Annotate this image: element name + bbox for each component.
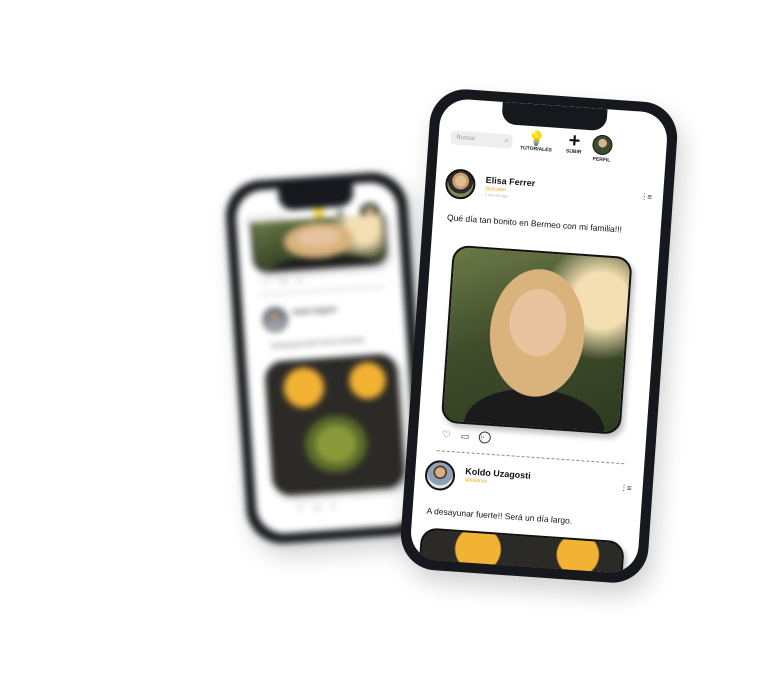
- avatar[interactable]: [444, 168, 477, 201]
- nav-subir[interactable]: + SUBIR: [565, 129, 583, 156]
- back-post-header: Koldo Uzagosti: [252, 299, 394, 333]
- search-placeholder: Buscar: [456, 134, 476, 143]
- search-input[interactable]: Buscar ⌕: [450, 130, 513, 149]
- comment-icon: ○: [330, 501, 337, 512]
- back-phone-mockup: 💡 + ♡ ▭ ○ Koldo Uzagosti A desayunar fuert…: [223, 170, 431, 546]
- back-post2-actions: ♡ ▭ ○: [296, 501, 346, 514]
- front-phone-screen: Buscar ⌕ 💡 TUTORIALES + SUBIR PERFIL Eli…: [409, 97, 669, 575]
- back-phone-screen: 💡 + ♡ ▭ ○ Koldo Uzagosti A desayunar fuert…: [234, 180, 420, 536]
- back-post-actions: ♡ ▭ ○: [262, 275, 312, 288]
- back-post-caption: A desayunar fuerte!! Será un día largo.: [270, 337, 366, 350]
- post-timestamp: 1 minute ago: [484, 191, 509, 199]
- avatar: [262, 306, 288, 333]
- post-caption: A desayunar fuerte!! Será un día largo.: [426, 505, 573, 526]
- heart-icon[interactable]: ♡: [442, 429, 452, 441]
- heart-icon: ♡: [296, 504, 304, 514]
- nav-subir-label: SUBIR: [565, 148, 582, 156]
- heart-icon: ♡: [262, 277, 271, 288]
- avatar[interactable]: [424, 459, 457, 492]
- post-photo-food[interactable]: [415, 527, 625, 575]
- nav-tutoriales[interactable]: 💡 TUTORIALES: [519, 129, 553, 154]
- back-post-divider: [261, 285, 384, 296]
- search-icon[interactable]: ⌕: [504, 134, 509, 148]
- more-icon[interactable]: ⋮≡: [620, 483, 631, 493]
- avatar: [591, 134, 614, 156]
- post-handle[interactable]: @koldouz: [465, 477, 488, 485]
- save-icon[interactable]: ▭: [460, 430, 469, 442]
- back-post-photo-food: [264, 353, 406, 497]
- comment-icon[interactable]: 1+: [478, 431, 492, 444]
- nav-perfil-label: PERFIL: [592, 156, 611, 164]
- save-icon: ▭: [279, 276, 288, 287]
- post-caption: Qué día tan bonito en Bermeo con mi fami…: [446, 212, 623, 235]
- post-photo[interactable]: [440, 244, 633, 435]
- back-post-photo: [250, 213, 388, 273]
- comment-count: 1+: [480, 434, 486, 440]
- app-topbar: Buscar ⌕ 💡 TUTORIALES + SUBIR PERFIL: [437, 124, 667, 180]
- back-post-username: Koldo Uzagosti: [292, 307, 337, 317]
- nav-perfil[interactable]: PERFIL: [591, 134, 614, 164]
- nav-tutoriales-label: TUTORIALES: [519, 145, 553, 154]
- post-divider: [436, 450, 625, 465]
- front-phone-mockup: Buscar ⌕ 💡 TUTORIALES + SUBIR PERFIL Eli…: [398, 86, 680, 586]
- front-phone-notch: [501, 101, 608, 132]
- post-actions: ♡ ▭ 1+: [441, 428, 501, 444]
- save-icon: ▭: [313, 502, 322, 513]
- more-icon[interactable]: ⋮≡: [640, 192, 651, 202]
- plus-icon: +: [567, 129, 582, 153]
- comment-icon: ○: [296, 275, 303, 285]
